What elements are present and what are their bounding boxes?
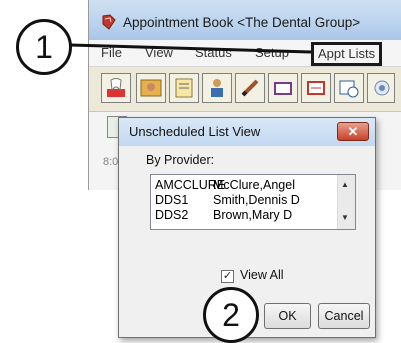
dialog-titlebar[interactable]: Unscheduled List View ✕ xyxy=(119,118,375,146)
provider-name: McClure,Angel xyxy=(213,178,295,192)
scroll-up-icon[interactable]: ▲ xyxy=(341,180,349,189)
dialog-title: Unscheduled List View xyxy=(129,124,261,139)
provider-name: Smith,Dennis D xyxy=(213,193,300,207)
provider-listbox[interactable]: AMCCLURE McClure,Angel DDS1 Smith,Dennis… xyxy=(150,174,356,230)
by-provider-label: By Provider: xyxy=(146,153,215,167)
list-scrollbar[interactable]: ▲ ▼ xyxy=(337,175,355,229)
view-all-checkbox[interactable]: ✓ xyxy=(221,270,234,283)
callout-1: 1 xyxy=(16,19,72,75)
close-button[interactable]: ✕ xyxy=(337,122,369,141)
callout-2: 2 xyxy=(203,287,259,343)
ok-button[interactable]: OK xyxy=(264,303,311,329)
provider-code: DDS1 xyxy=(155,193,189,207)
provider-code: DDS2 xyxy=(155,208,189,222)
provider-name: Brown,Mary D xyxy=(213,208,293,222)
scroll-down-icon[interactable]: ▼ xyxy=(341,213,349,222)
view-all-label: View All xyxy=(240,268,284,282)
cancel-button[interactable]: Cancel xyxy=(318,303,370,329)
